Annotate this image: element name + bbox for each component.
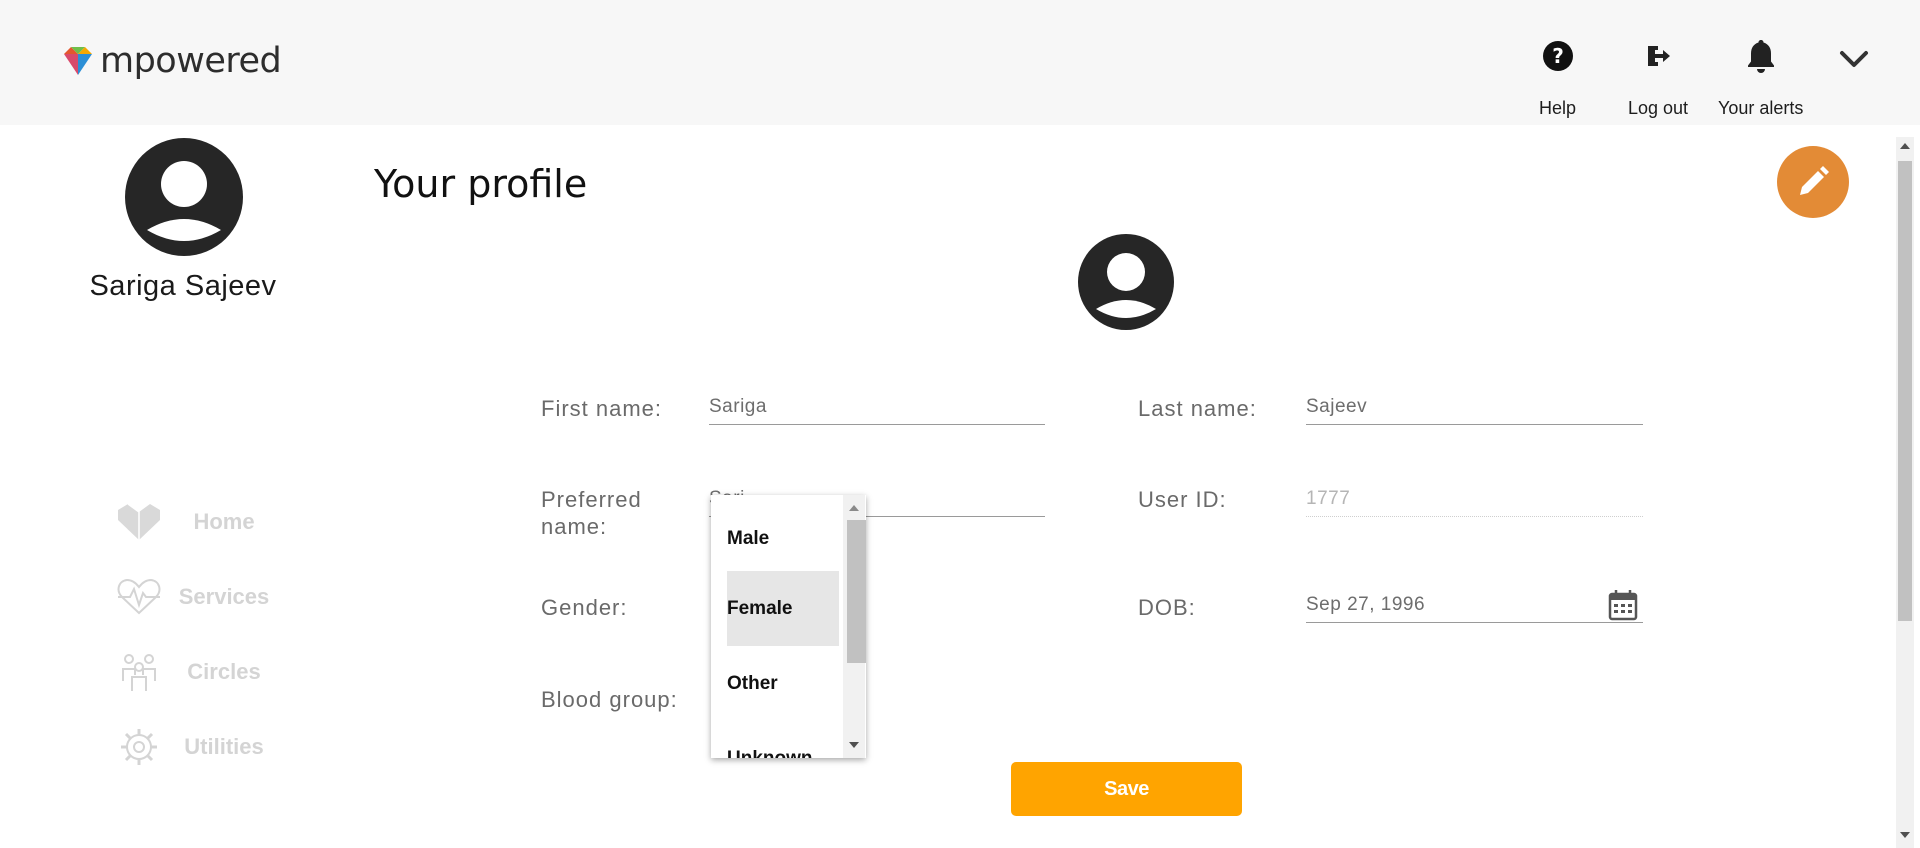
dob-label: DOB: [1138, 595, 1196, 620]
user-id-label: User ID: [1138, 487, 1227, 512]
alerts-label: Your alerts [1718, 98, 1804, 118]
page-scrollbar[interactable] [1896, 137, 1914, 848]
user-id-field [1306, 482, 1643, 517]
edit-profile-button[interactable] [1777, 146, 1849, 218]
preferred-name-label: Preferred name: [541, 487, 642, 539]
logout-button[interactable]: Log out [1628, 38, 1688, 122]
sidebar-item-services[interactable]: Services [115, 573, 275, 621]
logout-label: Log out [1628, 98, 1689, 118]
logout-icon [1640, 38, 1676, 74]
dropdown-scroll-up-icon[interactable] [849, 505, 859, 511]
scrollbar-thumb[interactable] [1898, 161, 1912, 621]
sidebar-item-utilities[interactable]: Utilities [115, 723, 275, 771]
svg-text:?: ? [1552, 44, 1564, 68]
scroll-up-arrow-icon[interactable] [1900, 143, 1910, 149]
gender-option-male[interactable]: Male [727, 501, 839, 576]
chevron-down-icon[interactable] [1834, 44, 1874, 74]
first-name-label: First name: [541, 396, 663, 421]
gender-dropdown-list[interactable]: Male Female Other Unknown [711, 495, 866, 758]
brand-name: mpowered [100, 40, 282, 81]
first-name-field[interactable] [709, 390, 1045, 425]
dropdown-scroll-down-icon[interactable] [849, 742, 859, 748]
help-icon: ? [1540, 38, 1576, 74]
sidebar-item-home[interactable]: Home [115, 498, 275, 546]
profile-photo-icon[interactable] [1078, 234, 1174, 330]
sidebar-item-label: Circles [187, 659, 261, 684]
gender-option-female[interactable]: Female [727, 571, 839, 646]
sidebar-item-label: Utilities [184, 734, 264, 759]
page-title: Your profile [374, 162, 588, 206]
pencil-icon [1800, 166, 1829, 195]
logo-heart-icon [64, 47, 92, 75]
dropdown-scroll-thumb[interactable] [847, 520, 866, 663]
last-name-field[interactable] [1306, 390, 1643, 425]
help-label: Help [1539, 98, 1577, 118]
blood-group-label: Blood group: [541, 687, 678, 712]
sidebar-item-circles[interactable]: Circles [115, 648, 275, 696]
sidebar-user-name: Sariga Sajeev [89, 270, 277, 302]
brand-logo[interactable]: mpowered [62, 40, 282, 82]
gender-label: Gender: [541, 595, 628, 620]
alerts-button[interactable]: Your alerts [1718, 38, 1803, 122]
gender-option-other[interactable]: Other [727, 646, 839, 721]
sidebar-item-label: Home [193, 509, 255, 534]
save-button[interactable]: Save [1011, 762, 1242, 816]
top-header: mpowered ? Help Log out Your alerts [0, 0, 1920, 125]
help-button[interactable]: ? Help [1539, 38, 1576, 122]
dob-field[interactable] [1306, 588, 1643, 623]
calendar-icon[interactable] [1608, 589, 1638, 621]
last-name-label: Last name: [1138, 396, 1257, 421]
gender-option-unknown[interactable]: Unknown [727, 721, 839, 758]
sidebar-item-label: Services [178, 584, 270, 609]
bell-icon [1743, 38, 1779, 74]
user-avatar-icon [125, 138, 243, 256]
dropdown-scrollbar[interactable] [843, 495, 866, 758]
scroll-down-arrow-icon[interactable] [1900, 832, 1910, 838]
